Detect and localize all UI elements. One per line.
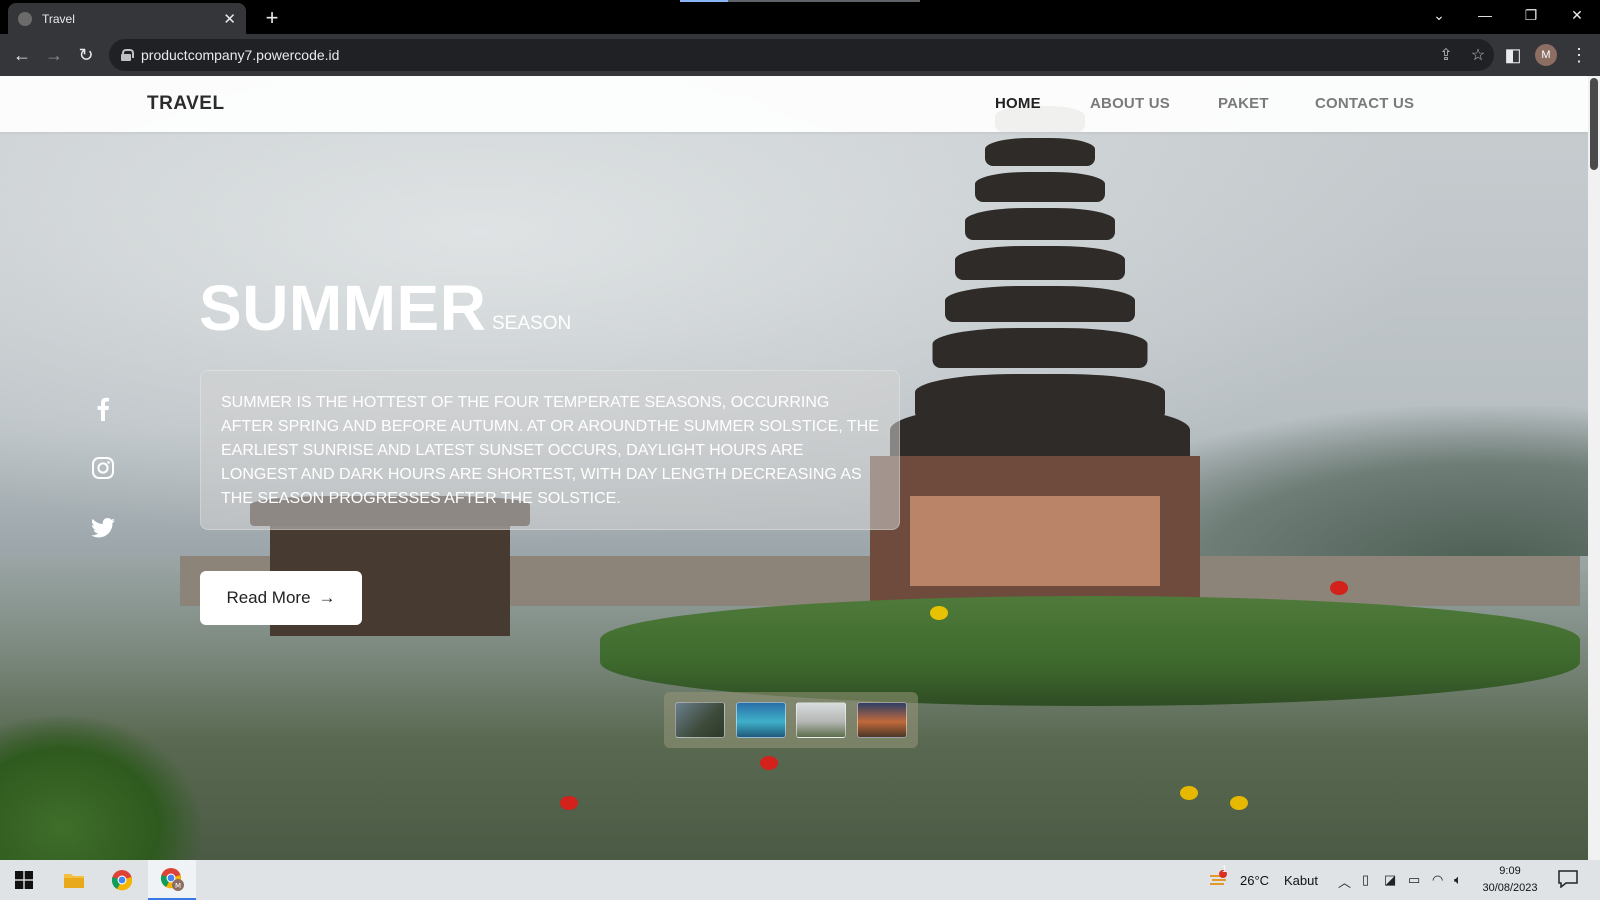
os-taskbar: M 1 26°C Kabut ︿ ▯ ◪ ▭ ◠ 🔈︎ 9:09 30/08/2… [0,860,1600,900]
tab-title: Travel [42,11,75,26]
browser-tab-strip: Travel ✕ + ⌄ — ❐ ✕ [0,0,1600,34]
minimize-button[interactable]: — [1462,0,1508,30]
thumbnail-sunset[interactable] [857,702,908,738]
side-panel-icon[interactable]: ◧ [1500,43,1526,67]
nav-paket[interactable]: PAKET [1218,95,1269,112]
facebook-icon[interactable] [88,394,118,424]
address-bar[interactable]: productcompany7.powercode.id ⇪ ☆ [109,39,1494,71]
hero-title: SUMMER [199,272,487,344]
thumbnail-mountain[interactable] [674,702,725,738]
site-header: TRAVEL HOME ABOUT US PAKET CONTACT US [0,76,1588,132]
svg-text:M: M [175,882,181,890]
forward-icon[interactable]: → [41,43,67,67]
system-clock[interactable]: 9:09 30/08/2023 [1470,863,1550,897]
site-logo[interactable]: TRAVEL [147,93,225,115]
notification-icon[interactable] [1558,870,1578,891]
profile-avatar[interactable]: M [1535,44,1557,66]
restore-button[interactable]: ❐ [1508,0,1554,30]
weather-badge: 1 [1222,864,1228,874]
browser-tab[interactable]: Travel ✕ [8,3,246,34]
thumbnail-temple[interactable] [796,702,847,738]
chrome-profile-icon[interactable]: M [148,860,196,900]
weather-description[interactable]: Kabut [1284,873,1318,888]
description-text: SUMMER IS THE HOTTEST OF THE FOUR TEMPER… [221,394,879,507]
twitter-icon[interactable] [88,513,118,543]
nav-home[interactable]: HOME [995,95,1041,112]
windows-start-icon[interactable] [0,860,48,900]
meet-icon[interactable]: ▯ [1362,872,1369,888]
chevron-up-icon[interactable]: ︿ [1338,872,1351,891]
url-text[interactable]: productcompany7.powercode.id [141,47,1430,63]
battery-icon[interactable]: ▭ [1408,872,1420,888]
description-card: SUMMER IS THE HOTTEST OF THE FOUR TEMPER… [200,370,900,530]
favicon-icon [18,11,32,26]
clock-time: 9:09 [1499,865,1521,877]
thumbnail-lagoon[interactable] [735,702,786,738]
bookmark-star-icon[interactable]: ☆ [1462,45,1494,65]
share-icon[interactable]: ⇪ [1430,45,1462,65]
clock-date: 30/08/2023 [1482,882,1538,894]
new-tab-button[interactable]: + [260,5,284,31]
lock-icon[interactable] [121,49,134,61]
hero-subtitle: SEASON [492,313,572,334]
read-more-button[interactable]: Read More → [200,571,362,625]
page-viewport: TRAVEL HOME ABOUT US PAKET CONTACT US SU… [0,76,1600,860]
page-scrollbar[interactable] [1588,76,1600,860]
menu-kebab-icon[interactable]: ⋮ [1566,43,1592,67]
back-icon[interactable]: ← [9,43,35,67]
loading-indicator [680,0,920,2]
volume-icon[interactable]: 🔈︎ [1454,872,1462,888]
wifi-icon[interactable]: ◠ [1432,872,1443,888]
scrollbar-thumb[interactable] [1590,78,1598,170]
arrow-right-icon: → [318,588,336,607]
close-tab-icon[interactable]: ✕ [223,10,236,28]
read-more-label: Read More [226,588,311,607]
browser-toolbar: ← → ↻ productcompany7.powercode.id ⇪ ☆ ◧… [0,34,1600,76]
close-window-button[interactable]: ✕ [1554,0,1600,30]
weather-temperature[interactable]: 26°C [1240,873,1269,888]
nav-contact-us[interactable]: CONTACT US [1315,95,1414,112]
tab-search-icon[interactable]: ⌄ [1416,0,1462,30]
file-explorer-icon[interactable] [50,860,98,900]
security-icon[interactable]: ◪ [1384,872,1396,888]
thumbnail-carousel [664,692,918,748]
chrome-icon[interactable] [98,860,146,900]
nav-about-us[interactable]: ABOUT US [1090,95,1170,112]
reload-icon[interactable]: ↻ [73,43,99,67]
instagram-icon[interactable] [88,453,118,483]
